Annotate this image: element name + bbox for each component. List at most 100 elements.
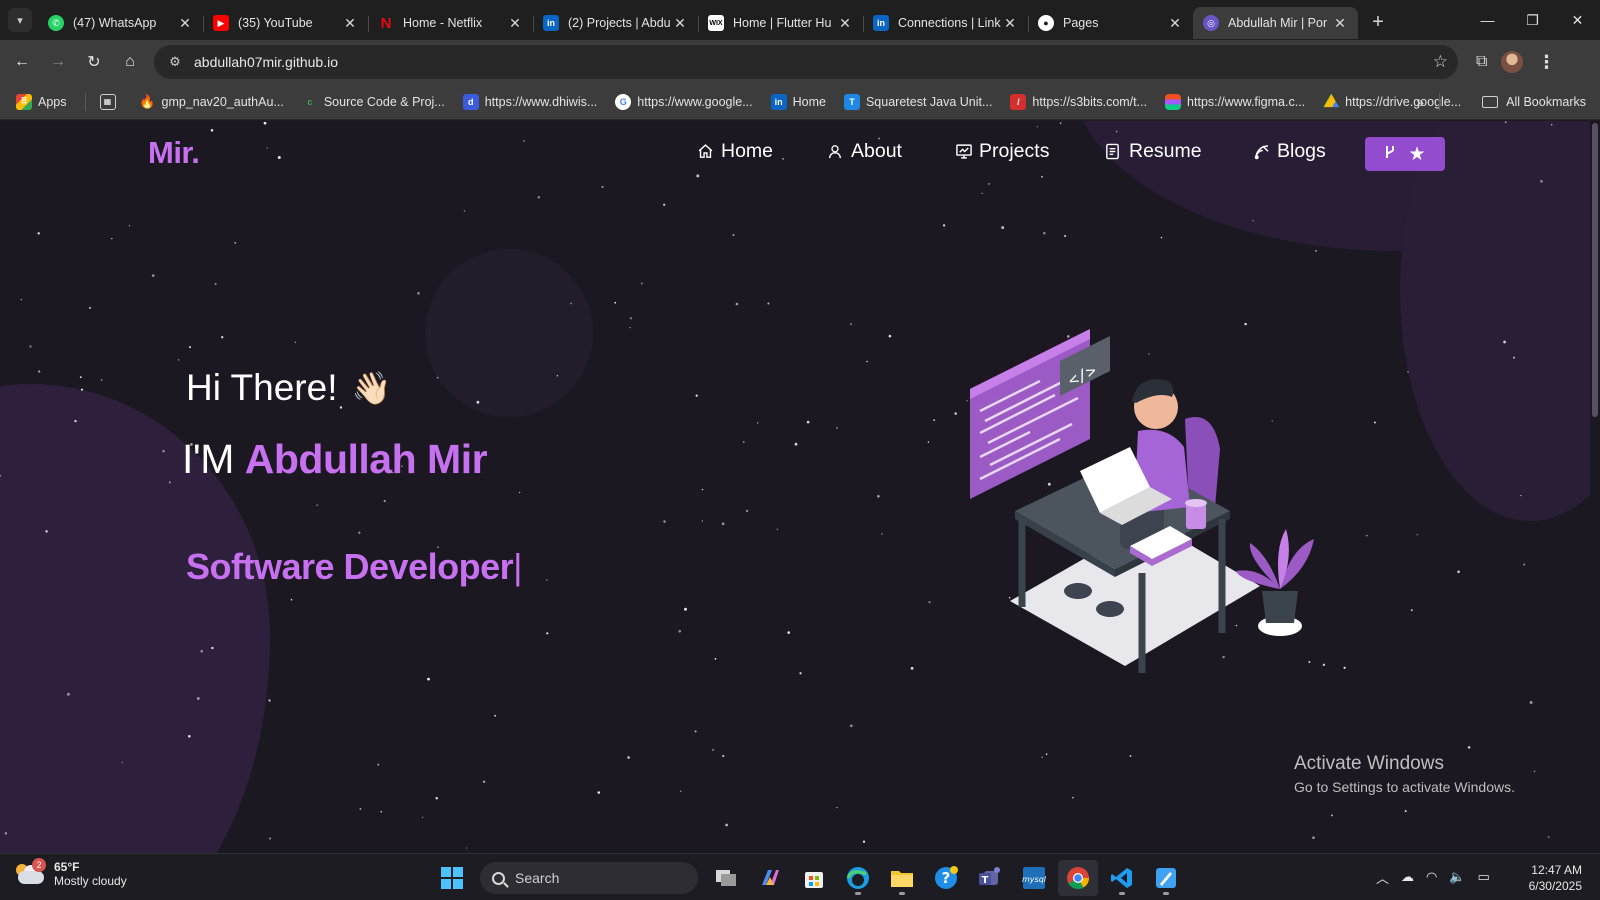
- close-tab-icon[interactable]: ✕: [672, 15, 688, 32]
- tab-flutter-hub[interactable]: WIX Home | Flutter Hu ✕: [698, 7, 863, 39]
- microsoft-store-icon[interactable]: [794, 860, 834, 896]
- url-text[interactable]: abdullah07mir.github.io: [194, 54, 1433, 70]
- copilot-icon[interactable]: [750, 860, 790, 896]
- close-tab-icon[interactable]: ✕: [1332, 15, 1348, 32]
- bookmark-label: https://s3bits.com/t...: [1032, 94, 1148, 109]
- s3bits-icon: /: [1010, 93, 1027, 110]
- back-icon[interactable]: ←: [4, 44, 40, 80]
- task-view-icon[interactable]: [706, 860, 746, 896]
- more-bookmarks-icon[interactable]: »: [1416, 94, 1424, 110]
- taskbar-search-box[interactable]: Search: [480, 862, 698, 894]
- extensions-icon[interactable]: ⧉: [1476, 53, 1487, 71]
- tab-github-pages[interactable]: ● Pages ✕: [1028, 7, 1193, 39]
- nav-home[interactable]: Home: [697, 140, 773, 163]
- wifi-icon[interactable]: ◠: [1426, 869, 1437, 885]
- toolbar-actions: ⧉ ⋮: [1476, 51, 1555, 73]
- linkedin-icon: in: [543, 15, 559, 31]
- all-bookmarks-button[interactable]: All Bookmarks: [1482, 95, 1586, 109]
- taskbar-clock[interactable]: 12:47 AM 6/30/2025: [1529, 862, 1582, 894]
- tab-search-button[interactable]: ▾: [8, 8, 32, 32]
- star-dot: [1373, 421, 1376, 424]
- star-dot: [377, 763, 380, 766]
- waving-hand-icon: 👋🏻: [351, 370, 392, 406]
- bookmark-item[interactable]: d https://www.dhiwis...: [462, 93, 597, 110]
- tab-title: Connections | Link: [898, 16, 1001, 30]
- chevron-up-icon[interactable]: ︿: [1376, 868, 1389, 887]
- bookmark-item[interactable]: c Source Code & Proj...: [302, 94, 444, 110]
- hero-greeting: Hi There! 👋🏻: [186, 367, 391, 409]
- reload-icon[interactable]: ↻: [76, 44, 112, 80]
- paint-icon[interactable]: [1146, 860, 1186, 896]
- address-bar[interactable]: ⚙ abdullah07mir.github.io ☆: [154, 45, 1458, 79]
- close-tab-icon[interactable]: ✕: [1002, 15, 1018, 32]
- tab-title: Pages: [1063, 16, 1099, 30]
- volume-icon[interactable]: 🔈: [1449, 869, 1465, 885]
- bookmarks-bar: ⠿ Apps ▦ 🔥 gmp_nav20_authAu... c Source …: [0, 84, 1600, 120]
- star-dot: [435, 797, 438, 800]
- close-tab-icon[interactable]: ✕: [177, 15, 193, 32]
- chrome-icon[interactable]: [1058, 860, 1098, 896]
- close-window-icon[interactable]: ✕: [1555, 0, 1600, 40]
- star-dot: [663, 520, 666, 523]
- close-tab-icon[interactable]: ✕: [837, 15, 853, 32]
- site-info-icon[interactable]: ⚙: [164, 54, 186, 70]
- bookmark-item[interactable]: https://www.figma.c...: [1165, 93, 1305, 110]
- tab-youtube[interactable]: ▶ (35) YouTube ✕: [203, 7, 368, 39]
- star-dot: [436, 376, 439, 379]
- tab-linkedin-projects[interactable]: in (2) Projects | Abdu ✕: [533, 7, 698, 39]
- mysql-workbench-icon[interactable]: mysql: [1014, 860, 1054, 896]
- bookmark-item[interactable]: / https://s3bits.com/t...: [1010, 93, 1148, 110]
- nav-label: Home: [721, 140, 774, 162]
- star-dot: [269, 837, 272, 840]
- file-explorer-icon[interactable]: [882, 860, 922, 896]
- get-help-icon[interactable]: ?: [926, 860, 966, 896]
- tab-whatsapp[interactable]: ✆ (47) WhatsApp ✕: [38, 7, 203, 39]
- battery-icon[interactable]: ▭: [1478, 869, 1490, 885]
- star-dot: [1410, 609, 1413, 612]
- bookmark-item[interactable]: in Home: [770, 93, 826, 110]
- close-tab-icon[interactable]: ✕: [507, 15, 523, 32]
- google-drive-icon: [1323, 93, 1340, 108]
- weather-widget[interactable]: 2 65°F Mostly cloudy: [16, 858, 127, 888]
- page-scrollbar[interactable]: [1590, 121, 1600, 853]
- start-button[interactable]: [432, 860, 472, 896]
- bookmark-tab-groups[interactable]: ▦: [99, 93, 122, 110]
- bookmark-apps[interactable]: ⠿ Apps: [16, 93, 67, 110]
- star-dot: [221, 336, 224, 339]
- star-dot: [1043, 231, 1046, 235]
- profile-avatar[interactable]: [1501, 51, 1524, 73]
- nav-blogs[interactable]: Blogs: [1253, 140, 1326, 163]
- site-logo[interactable]: Mir.: [148, 135, 200, 171]
- bookmark-item[interactable]: https://drive.google...: [1323, 93, 1461, 110]
- forward-icon[interactable]: →: [40, 44, 76, 80]
- nav-resume[interactable]: Resume: [1105, 140, 1202, 163]
- more-menu-icon[interactable]: ⋮: [1537, 52, 1555, 73]
- new-tab-button[interactable]: +: [1364, 8, 1392, 36]
- close-tab-icon[interactable]: ✕: [1167, 15, 1183, 32]
- star-dot: [187, 734, 191, 738]
- restore-icon[interactable]: ❐: [1510, 0, 1555, 40]
- teams-icon[interactable]: T: [970, 860, 1010, 896]
- onedrive-icon[interactable]: ☁: [1401, 869, 1414, 885]
- vscode-icon[interactable]: [1102, 860, 1142, 896]
- nav-about[interactable]: About: [827, 140, 902, 163]
- close-tab-icon[interactable]: ✕: [342, 15, 358, 32]
- minimize-icon[interactable]: —: [1465, 0, 1510, 40]
- clock-time: 12:47 AM: [1531, 863, 1582, 877]
- nav-projects[interactable]: Projects: [955, 140, 1049, 163]
- typed-role: Software Developer: [186, 546, 514, 587]
- star-dot: [234, 242, 237, 244]
- bookmark-item[interactable]: G https://www.google...: [615, 93, 753, 110]
- tab-netflix[interactable]: N Home - Netflix ✕: [368, 7, 533, 39]
- bookmark-item[interactable]: 🔥 gmp_nav20_authAu...: [139, 94, 283, 110]
- github-fork-button[interactable]: ★: [1365, 137, 1445, 171]
- star-dot: [570, 302, 572, 305]
- edge-icon[interactable]: [838, 860, 878, 896]
- tab-portfolio[interactable]: ◎ Abdullah Mir | Por ✕: [1193, 7, 1358, 39]
- scrollbar-thumb[interactable]: [1592, 123, 1598, 417]
- home-button-icon[interactable]: ⌂: [112, 44, 148, 80]
- bookmark-item[interactable]: T Squaretest Java Unit...: [843, 93, 992, 110]
- svg-text:T: T: [982, 875, 989, 886]
- bookmark-star-icon[interactable]: ☆: [1433, 52, 1448, 72]
- tab-linkedin-connections[interactable]: in Connections | Link ✕: [863, 7, 1028, 39]
